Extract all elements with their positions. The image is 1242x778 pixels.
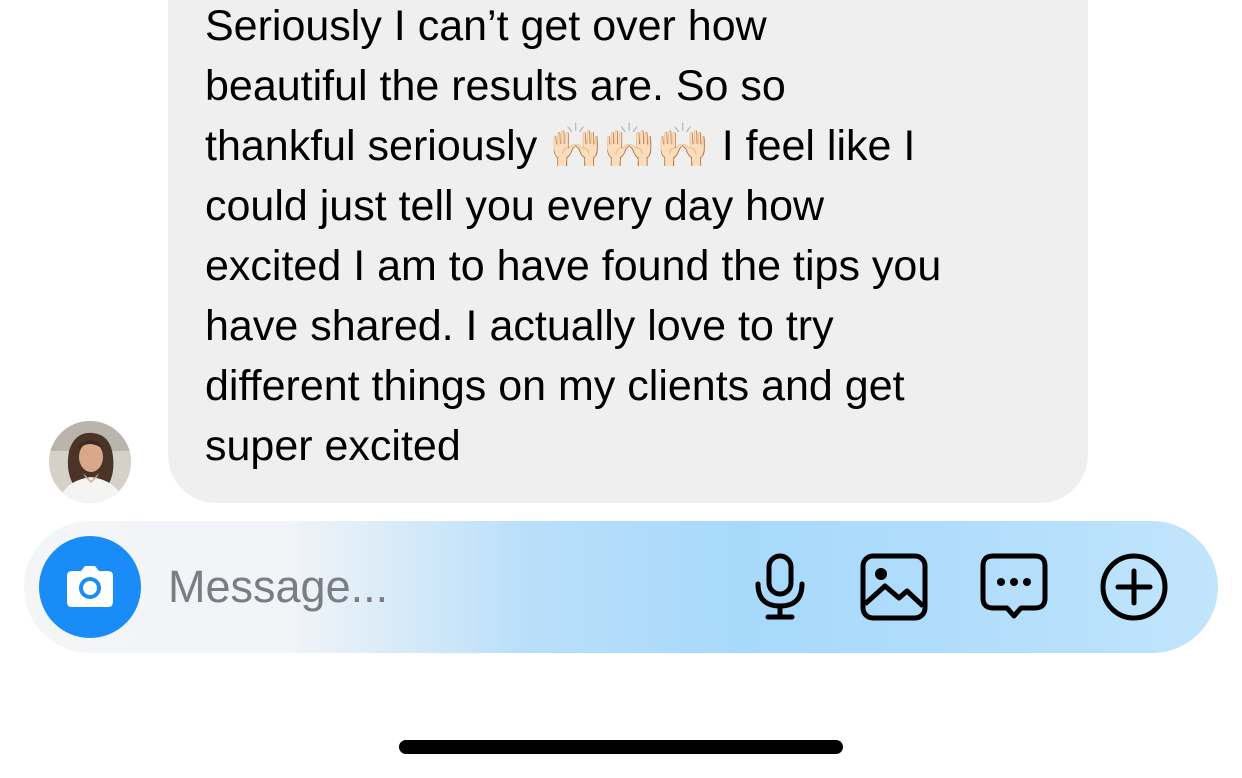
sender-avatar[interactable] xyxy=(49,421,131,503)
sticker-button[interactable] xyxy=(979,552,1049,622)
message-composer xyxy=(24,521,1218,653)
plus-circle-icon xyxy=(1100,553,1168,621)
more-options-button[interactable] xyxy=(1099,552,1169,622)
microphone-icon xyxy=(755,553,805,620)
incoming-message-bubble[interactable]: Seriously I can’t get over how beautiful… xyxy=(168,0,1088,503)
camera-button[interactable] xyxy=(39,536,141,638)
home-indicator[interactable] xyxy=(399,740,843,754)
incoming-message-text: Seriously I can’t get over how beautiful… xyxy=(205,2,942,470)
camera-icon xyxy=(67,566,113,607)
chat-bubble-ellipsis-icon xyxy=(980,553,1048,619)
gallery-button[interactable] xyxy=(859,552,929,622)
voice-message-button[interactable] xyxy=(745,552,815,622)
dm-thread-screen: Seriously I can’t get over how beautiful… xyxy=(0,0,1242,778)
avatar-photo xyxy=(49,421,131,503)
image-gallery-icon xyxy=(860,553,928,621)
message-input[interactable] xyxy=(168,557,728,617)
